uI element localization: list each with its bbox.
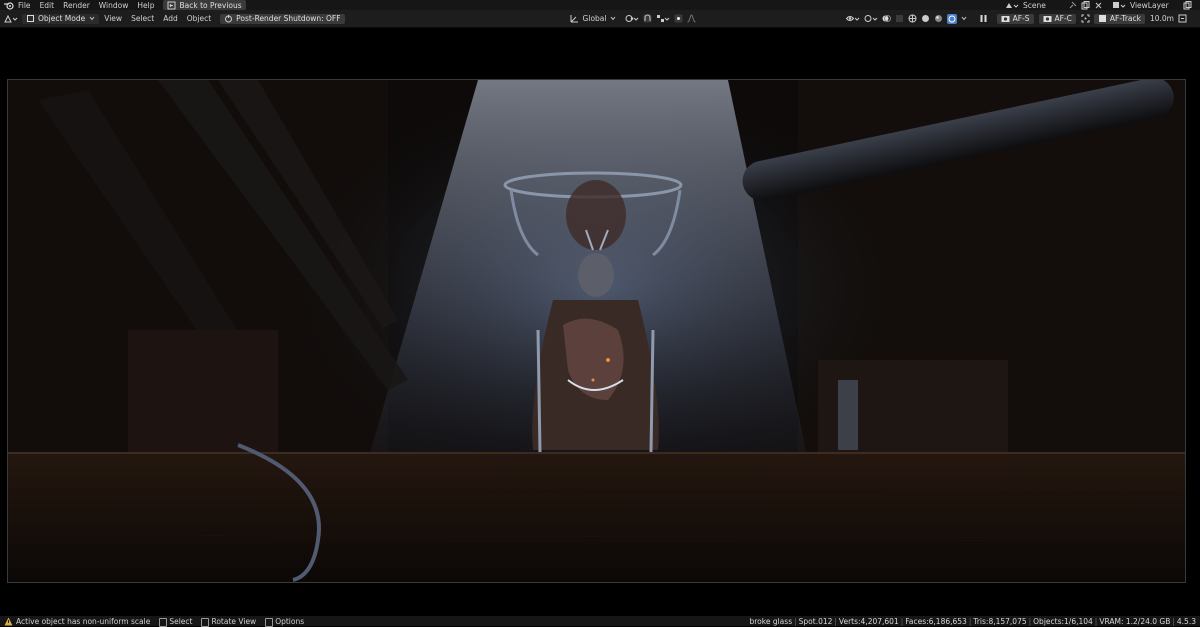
chevron-down-icon: [89, 14, 95, 23]
scene-name[interactable]: Scene: [1023, 1, 1059, 10]
object-mode-icon: [26, 14, 35, 23]
menu-help[interactable]: Help: [137, 1, 154, 10]
af-c-button[interactable]: AF-C: [1038, 13, 1076, 24]
pivot-point-icon[interactable]: [625, 14, 639, 23]
pin-icon[interactable]: [1068, 1, 1077, 10]
solid-shading-icon[interactable]: [921, 14, 930, 23]
wireframe-shading-icon[interactable]: [908, 14, 917, 23]
faces-count: Faces:6,186,653: [905, 616, 967, 626]
3d-viewport[interactable]: [0, 29, 1200, 615]
menu-file[interactable]: File: [18, 1, 31, 10]
xray-icon[interactable]: [895, 14, 904, 23]
falloff-icon[interactable]: [687, 14, 697, 23]
rendered-shading-icon[interactable]: [946, 13, 957, 24]
objects-count: Objects:1/6,104: [1033, 616, 1093, 626]
af-track-button[interactable]: AF-Track: [1093, 13, 1145, 24]
post-render-shutdown-button[interactable]: Post-Render Shutdown: OFF: [220, 13, 345, 24]
proportional-editing-icon[interactable]: [674, 14, 683, 23]
view-layer-name[interactable]: ViewLayer: [1130, 1, 1174, 10]
back-to-previous-label: Back to Previous: [179, 0, 242, 10]
camera-icon: [1001, 14, 1010, 23]
viewport-header: Object Mode View Select Add Object Post-…: [0, 10, 1200, 28]
back-arrow-icon: [167, 1, 176, 10]
af-c-label: AF-C: [1054, 14, 1072, 23]
rendered-scene-image: [8, 80, 1185, 582]
header-menu-view[interactable]: View: [104, 14, 122, 23]
orientation-label[interactable]: Global: [583, 14, 607, 23]
header-menu-select[interactable]: Select: [131, 14, 154, 23]
power-icon: [224, 14, 233, 23]
settings-icon[interactable]: [1178, 14, 1187, 23]
hint-select: Select: [169, 616, 193, 626]
status-warning-text: Active object has non-uniform scale: [16, 616, 151, 626]
post-render-shutdown-label: Post-Render Shutdown: OFF: [236, 14, 341, 23]
overlays-icon[interactable]: [882, 14, 891, 23]
af-s-button[interactable]: AF-S: [996, 13, 1034, 24]
stat-separator: |: [968, 616, 972, 626]
delete-scene-icon[interactable]: [1094, 1, 1103, 10]
mouse-middle-icon: [201, 617, 210, 627]
active-light-name: Spot.012: [798, 616, 833, 626]
scene-statistics: broke glass | Spot.012 | Verts:4,207,601…: [750, 617, 1197, 626]
hint-rotate-view: Rotate View: [211, 616, 257, 626]
camera-frame: [7, 79, 1186, 583]
vram-usage: VRAM: 1.2/24.0 GB: [1099, 616, 1171, 626]
focus-distance-value[interactable]: 10.0m: [1150, 14, 1174, 23]
mouse-left-icon: [159, 617, 168, 627]
af-track-label: AF-Track: [1109, 14, 1141, 23]
shading-mode-group: [908, 13, 976, 24]
top-menu-bar: File Edit Render Window Help Back to Pre…: [0, 0, 1200, 10]
menu-window[interactable]: Window: [99, 1, 129, 10]
blender-version: 4.5.3: [1176, 616, 1196, 626]
af-s-label: AF-S: [1012, 14, 1030, 23]
snap-target-icon[interactable]: [656, 14, 670, 23]
gizmo-icon[interactable]: [864, 14, 878, 23]
stat-separator: |: [1172, 616, 1175, 626]
transform-orientation-icon[interactable]: [570, 14, 579, 23]
pause-render-icon[interactable]: [979, 14, 988, 23]
stat-separator: |: [900, 616, 904, 626]
visibility-icon[interactable]: [845, 14, 860, 23]
shading-options-chevron-icon[interactable]: [961, 16, 967, 21]
stat-separator: |: [1094, 616, 1098, 626]
stat-separator: |: [794, 616, 797, 626]
stat-separator: |: [834, 616, 837, 626]
snap-icon[interactable]: [643, 14, 652, 23]
menu-render[interactable]: Render: [63, 1, 90, 10]
menu-edit[interactable]: Edit: [40, 1, 55, 10]
hint-options: Options: [275, 616, 305, 626]
orientation-chevron-icon[interactable]: [610, 16, 616, 21]
warning-icon: [4, 617, 13, 626]
scene-icon[interactable]: [1005, 1, 1019, 10]
mode-label: Object Mode: [38, 14, 86, 23]
verts-count: Verts:4,207,601: [838, 616, 899, 626]
active-object-name: broke glass: [749, 616, 793, 626]
status-bar: Active object has non-uniform scale Sele…: [0, 616, 1200, 627]
blender-logo-icon[interactable]: [4, 1, 14, 10]
stat-separator: |: [1028, 616, 1032, 626]
mouse-right-icon: [265, 617, 274, 627]
editor-type-icon[interactable]: [4, 14, 18, 23]
track-icon: [1098, 14, 1107, 23]
view-layer-icon[interactable]: [1112, 1, 1126, 10]
header-menu-object[interactable]: Object: [187, 14, 211, 23]
material-shading-icon[interactable]: [934, 14, 943, 23]
tris-count: Tris:8,157,075: [973, 616, 1027, 626]
camera-icon: [1043, 14, 1052, 23]
copy-view-layer-icon[interactable]: [1183, 0, 1192, 10]
mode-selector[interactable]: Object Mode: [22, 13, 100, 24]
focus-target-icon[interactable]: [1081, 14, 1090, 23]
header-menu-add[interactable]: Add: [163, 14, 178, 23]
back-to-previous-button[interactable]: Back to Previous: [163, 0, 246, 10]
copy-scene-icon[interactable]: [1081, 0, 1090, 10]
